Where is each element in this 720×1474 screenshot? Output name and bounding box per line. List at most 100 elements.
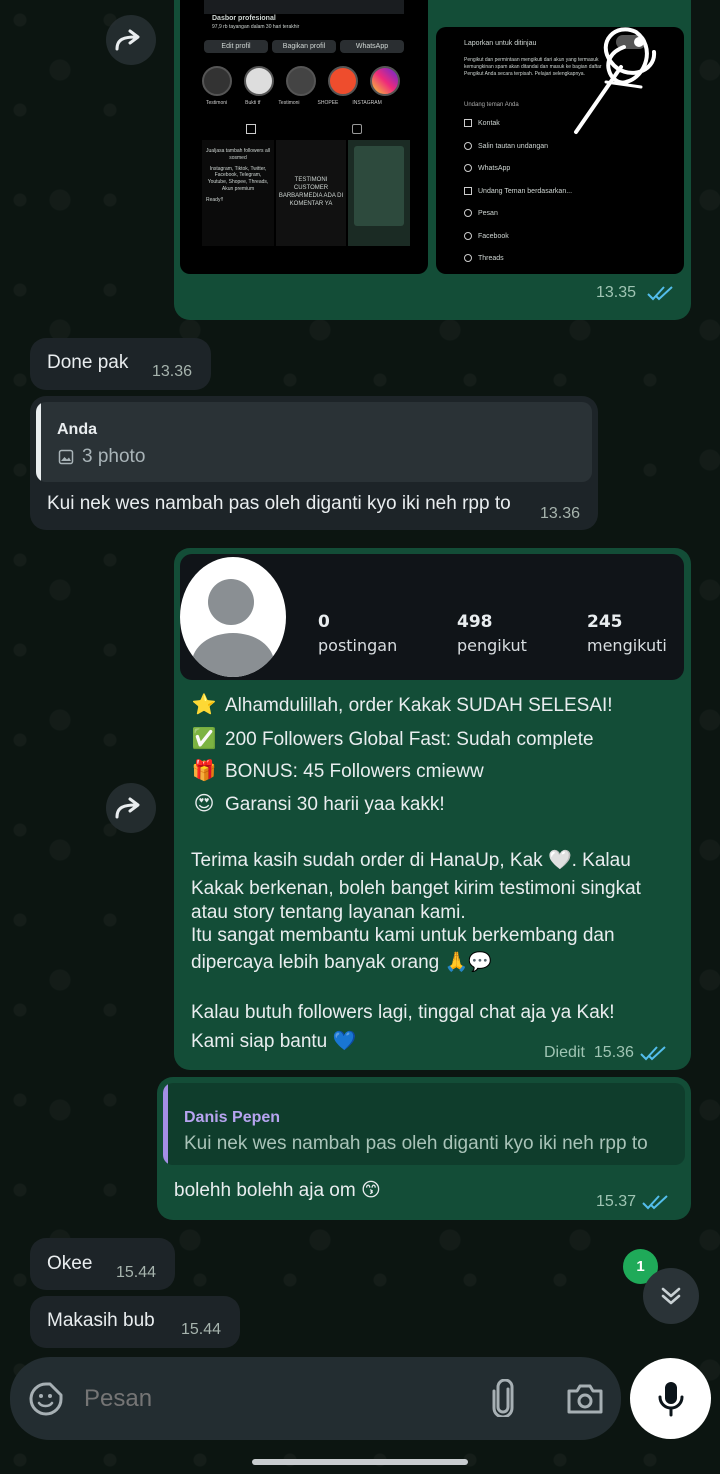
- paperclip-icon: [492, 1378, 514, 1419]
- message-time: 13.36: [540, 505, 581, 522]
- posts-count: 0: [318, 612, 330, 632]
- edit-profile-button: Edit profil: [204, 40, 268, 54]
- sticker-button[interactable]: [28, 1381, 64, 1422]
- read-ticks-icon: [642, 1195, 668, 1210]
- following-count: 245: [587, 612, 623, 632]
- message-text: Done pak: [47, 352, 129, 373]
- camera-button[interactable]: [566, 1383, 604, 1420]
- photo-thumbnail-profile[interactable]: Dasbor profesional 97,9 rb tayangan dala…: [180, 0, 428, 274]
- order-line: 😍 Garansi 30 harii yaa kakk!: [191, 791, 445, 818]
- message-meta: 15.37: [596, 1193, 670, 1211]
- highlight-label: INSTAGRAM: [352, 100, 382, 106]
- message-text: Kui nek wes nambah pas oleh diganti kyo …: [47, 493, 511, 514]
- message-text: Kalau butuh followers lagi, tinggal chat…: [191, 1002, 615, 1023]
- message-text: Makasih bub: [47, 1310, 155, 1331]
- menu-item-copy-link: Salin tautan undangan: [464, 141, 572, 165]
- following-label: mengikuti: [587, 636, 667, 655]
- edited-label: Diedit: [544, 1044, 585, 1061]
- highlight-label: Testimoni: [278, 100, 300, 106]
- incoming-message[interactable]: Makasih bub 15.44: [30, 1296, 240, 1348]
- message-text: Terima kasih sudah order di HanaUp, Kak …: [191, 850, 631, 871]
- read-ticks-icon: [640, 1046, 666, 1061]
- photo-icon: [58, 449, 74, 465]
- forward-icon: [115, 797, 140, 819]
- heart-eyes-emoji-icon: 😍: [193, 793, 215, 815]
- highlight-circle: [286, 66, 316, 96]
- instagram-icon: [370, 66, 400, 96]
- message-input[interactable]: [84, 1379, 464, 1419]
- message-time: 15.44: [181, 1321, 222, 1338]
- post-text: Instagram, Tiktok, Twitter, Facebook, Te…: [207, 165, 269, 192]
- outgoing-message-order[interactable]: 0 postingan 498 pengikut 245 mengikuti ⭐…: [174, 548, 691, 1070]
- message-time: 15.36: [593, 1044, 634, 1061]
- order-line: ⭐ Alhamdulillah, order Kakak SUDAH SELESA…: [191, 692, 613, 719]
- highlight-circle: [244, 66, 274, 96]
- incoming-message[interactable]: Okee 15.44: [30, 1238, 175, 1290]
- highlight-label: SHOPEE: [317, 100, 339, 106]
- menu-item-message: Pesan: [464, 209, 572, 232]
- profile-stats-image[interactable]: 0 postingan 498 pengikut 245 mengikuti: [180, 554, 684, 680]
- photo-thumbnail-followers-menu[interactable]: Laporkan untuk ditinjau Pengikut dan per…: [436, 27, 684, 274]
- post-text: Jualjasa tambah followers all sosmed: [206, 148, 270, 161]
- post-text: Ready!!: [206, 196, 224, 203]
- forward-icon: [115, 29, 140, 51]
- message-text: Okee: [47, 1253, 93, 1274]
- highlight-label: Testimoni: [206, 100, 228, 106]
- invite-title: Undang teman Anda: [464, 102, 519, 108]
- tagged-icon: [352, 124, 362, 134]
- quote-author: Anda: [57, 421, 97, 438]
- sticker-emoji-icon: [29, 1382, 63, 1416]
- quoted-message[interactable]: Anda 3 photo: [36, 402, 592, 482]
- message-time: 15.44: [116, 1264, 157, 1281]
- dashboard-title: Dasbor profesional: [212, 15, 276, 22]
- message-time: 13.35: [596, 284, 637, 301]
- post-text: TESTIMONI CUSTOMER BARBARMEDIA ADA DI KO…: [278, 177, 344, 208]
- check-emoji-icon: ✅: [191, 728, 217, 750]
- followers-count: 498: [457, 612, 493, 632]
- menu-item-contacts: Kontak: [464, 119, 572, 142]
- message-meta: 13.35: [596, 284, 675, 302]
- incoming-reply-message[interactable]: Anda 3 photo Kui nek wes nambah pas oleh…: [30, 396, 598, 530]
- highlight-label: Bukti tf: [245, 100, 261, 106]
- report-title: Laporkan untuk ditinjau: [464, 40, 537, 47]
- gift-emoji-icon: 🎁: [191, 760, 217, 782]
- menu-item-facebook: Facebook: [464, 231, 572, 255]
- message-time: 13.36: [152, 363, 193, 380]
- highlight-circle: [202, 66, 232, 96]
- star-emoji-icon: ⭐: [191, 694, 217, 716]
- menu-item-threads: Threads: [464, 254, 572, 274]
- microphone-icon: [658, 1381, 683, 1416]
- shopee-icon: [328, 66, 358, 96]
- quote-text: 3 photo: [82, 446, 146, 467]
- scroll-to-bottom-button[interactable]: [643, 1268, 699, 1324]
- outgoing-reply-message[interactable]: Danis Pepen Kui nek wes nambah pas oleh …: [157, 1077, 691, 1220]
- quote-text: Kui nek wes nambah pas oleh diganti kyo …: [184, 1133, 648, 1154]
- message-composer: [10, 1357, 621, 1440]
- dashboard-subtitle: 97,9 rb tayangan dalam 30 hari terakhir: [212, 24, 300, 30]
- camera-icon: [567, 1384, 603, 1414]
- order-line: 🎁 BONUS: 45 Followers cmieww: [191, 758, 484, 785]
- menu-item-whatsapp: WhatsApp: [464, 164, 572, 187]
- posts-label: postingan: [318, 636, 398, 655]
- attach-button[interactable]: [488, 1378, 518, 1422]
- message-text: Kakak berkenan, boleh banget kirim testi…: [191, 878, 641, 899]
- message-text: Itu sangat membantu kami untuk berkemban…: [191, 925, 615, 946]
- whatsapp-button: WhatsApp: [340, 40, 404, 54]
- double-chevron-down-icon: [661, 1287, 681, 1305]
- message-time: 15.37: [596, 1193, 637, 1210]
- avatar: [180, 557, 286, 677]
- incoming-message[interactable]: Done pak 13.36: [30, 338, 211, 390]
- order-line: ✅ 200 Followers Global Fast: Sudah comple…: [191, 726, 594, 753]
- quoted-message[interactable]: Danis Pepen Kui nek wes nambah pas oleh …: [163, 1083, 685, 1165]
- menu-item-invite-by: Undang Teman berdasarkan...: [464, 186, 572, 210]
- share-profile-button: Bagikan profil: [272, 40, 336, 54]
- gesture-nav-bar[interactable]: [252, 1459, 468, 1465]
- voice-record-button[interactable]: [630, 1358, 711, 1439]
- grid-icon: [246, 124, 256, 134]
- message-text: Kami siap bantu 💙: [191, 1031, 357, 1052]
- read-ticks-icon: [646, 286, 673, 301]
- forward-button[interactable]: [106, 15, 156, 65]
- message-text: bolehh bolehh aja om 😙: [174, 1180, 381, 1201]
- forward-button[interactable]: [106, 783, 156, 833]
- scribble-annotation: [574, 27, 657, 134]
